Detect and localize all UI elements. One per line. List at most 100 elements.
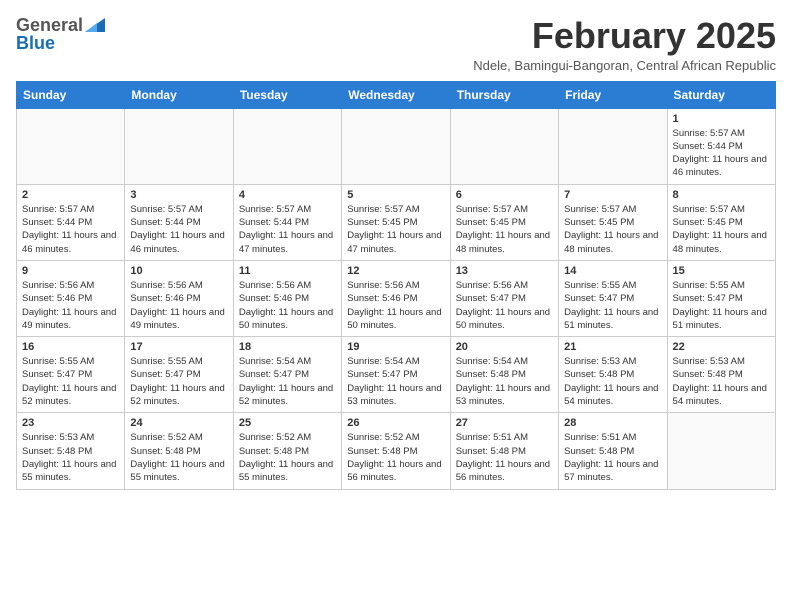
day-info: Sunrise: 5:57 AM Sunset: 5:44 PM Dayligh…: [673, 127, 770, 180]
day-info: Sunrise: 5:57 AM Sunset: 5:45 PM Dayligh…: [347, 203, 444, 256]
calendar-cell: 3 Sunrise: 5:57 AM Sunset: 5:44 PM Daylig…: [125, 184, 233, 260]
calendar-cell: 20Sunrise: 5:54 AM Sunset: 5:48 PM Dayli…: [450, 337, 558, 413]
calendar-cell: [125, 108, 233, 184]
day-number: 23: [22, 417, 119, 429]
day-info: Sunrise: 5:56 AM Sunset: 5:46 PM Dayligh…: [347, 279, 444, 332]
day-number: 14: [564, 265, 661, 277]
day-info: Sunrise: 5:57 AM Sunset: 5:44 PM Dayligh…: [22, 203, 119, 256]
day-number: 5: [347, 189, 444, 201]
day-number: 7: [564, 189, 661, 201]
weekday-header-tuesday: Tuesday: [233, 81, 341, 108]
day-number: 8: [673, 189, 770, 201]
calendar-week-1: 1 Sunrise: 5:57 AM Sunset: 5:44 PM Daylig…: [17, 108, 776, 184]
day-number: 17: [130, 341, 227, 353]
calendar-cell: 12 Sunrise: 5:56 AM Sunset: 5:46 PM Dayli…: [342, 260, 450, 336]
calendar-cell: 15 Sunrise: 5:55 AM Sunset: 5:47 PM Dayli…: [667, 260, 775, 336]
logo-blue: Blue: [16, 34, 55, 52]
day-info: Sunrise: 5:55 AM Sunset: 5:47 PM Dayligh…: [673, 279, 770, 332]
calendar-week-4: 16 Sunrise: 5:55 AM Sunset: 5:47 PM Dayli…: [17, 337, 776, 413]
calendar-cell: 21 Sunrise: 5:53 AM Sunset: 5:48 PM Dayli…: [559, 337, 667, 413]
calendar-cell: 19 Sunrise: 5:54 AM Sunset: 5:47 PM Dayli…: [342, 337, 450, 413]
calendar-cell: [17, 108, 125, 184]
day-info: Sunrise: 5:57 AM Sunset: 5:45 PM Dayligh…: [456, 203, 553, 256]
location-subtitle: Ndele, Bamingui-Bangoran, Central Africa…: [473, 58, 776, 73]
day-info: Sunrise: 5:52 AM Sunset: 5:48 PM Dayligh…: [239, 431, 336, 484]
day-number: 13: [456, 265, 553, 277]
day-number: 6: [456, 189, 553, 201]
calendar-cell: [233, 108, 341, 184]
day-info: Sunrise: 5:55 AM Sunset: 5:47 PM Dayligh…: [22, 355, 119, 408]
day-number: 22: [673, 341, 770, 353]
day-info: Sunrise: 5:52 AM Sunset: 5:48 PM Dayligh…: [130, 431, 227, 484]
weekday-header-friday: Friday: [559, 81, 667, 108]
logo-icon: [85, 18, 105, 32]
calendar-cell: 22 Sunrise: 5:53 AM Sunset: 5:48 PM Dayli…: [667, 337, 775, 413]
day-info: Sunrise: 5:55 AM Sunset: 5:47 PM Dayligh…: [130, 355, 227, 408]
day-number: 28: [564, 417, 661, 429]
calendar-cell: 5 Sunrise: 5:57 AM Sunset: 5:45 PM Daylig…: [342, 184, 450, 260]
day-number: 26: [347, 417, 444, 429]
day-number: 2: [22, 189, 119, 201]
calendar-week-3: 9 Sunrise: 5:56 AM Sunset: 5:46 PM Daylig…: [17, 260, 776, 336]
calendar-cell: 14 Sunrise: 5:55 AM Sunset: 5:47 PM Dayli…: [559, 260, 667, 336]
day-info: Sunrise: 5:53 AM Sunset: 5:48 PM Dayligh…: [22, 431, 119, 484]
logo-general: General: [16, 16, 83, 34]
calendar-cell: 28 Sunrise: 5:51 AM Sunset: 5:48 PM Dayli…: [559, 413, 667, 489]
calendar-cell: [559, 108, 667, 184]
page-header: General Blue February 2025 Ndele, Baming…: [16, 16, 776, 73]
day-info: Sunrise: 5:56 AM Sunset: 5:47 PM Dayligh…: [456, 279, 553, 332]
calendar-cell: 6 Sunrise: 5:57 AM Sunset: 5:45 PM Daylig…: [450, 184, 558, 260]
weekday-header-monday: Monday: [125, 81, 233, 108]
day-info: Sunrise: 5:52 AM Sunset: 5:48 PM Dayligh…: [347, 431, 444, 484]
day-number: 24: [130, 417, 227, 429]
calendar-week-2: 2 Sunrise: 5:57 AM Sunset: 5:44 PM Daylig…: [17, 184, 776, 260]
day-number: 15: [673, 265, 770, 277]
day-number: 19: [347, 341, 444, 353]
calendar-cell: 18Sunrise: 5:54 AM Sunset: 5:47 PM Dayli…: [233, 337, 341, 413]
calendar-cell: 27 Sunrise: 5:51 AM Sunset: 5:48 PM Dayli…: [450, 413, 558, 489]
calendar-cell: 23 Sunrise: 5:53 AM Sunset: 5:48 PM Dayli…: [17, 413, 125, 489]
day-info: Sunrise: 5:53 AM Sunset: 5:48 PM Dayligh…: [564, 355, 661, 408]
calendar-cell: 16 Sunrise: 5:55 AM Sunset: 5:47 PM Dayli…: [17, 337, 125, 413]
calendar-cell: 2 Sunrise: 5:57 AM Sunset: 5:44 PM Daylig…: [17, 184, 125, 260]
day-info: Sunrise: 5:54 AM Sunset: 5:47 PM Dayligh…: [239, 355, 336, 408]
day-info: Sunrise: 5:54 AM Sunset: 5:47 PM Dayligh…: [347, 355, 444, 408]
calendar-cell: 8 Sunrise: 5:57 AM Sunset: 5:45 PM Daylig…: [667, 184, 775, 260]
day-number: 3: [130, 189, 227, 201]
weekday-header-wednesday: Wednesday: [342, 81, 450, 108]
calendar-cell: 9 Sunrise: 5:56 AM Sunset: 5:46 PM Daylig…: [17, 260, 125, 336]
calendar-cell: 4Sunrise: 5:57 AM Sunset: 5:44 PM Daylig…: [233, 184, 341, 260]
day-info: Sunrise: 5:57 AM Sunset: 5:44 PM Dayligh…: [130, 203, 227, 256]
calendar-cell: [667, 413, 775, 489]
calendar-week-5: 23 Sunrise: 5:53 AM Sunset: 5:48 PM Dayli…: [17, 413, 776, 489]
day-info: Sunrise: 5:51 AM Sunset: 5:48 PM Dayligh…: [456, 431, 553, 484]
day-number: 27: [456, 417, 553, 429]
day-number: 25: [239, 417, 336, 429]
calendar-table: SundayMondayTuesdayWednesdayThursdayFrid…: [16, 81, 776, 490]
calendar-cell: [342, 108, 450, 184]
calendar-cell: 24 Sunrise: 5:52 AM Sunset: 5:48 PM Dayli…: [125, 413, 233, 489]
weekday-header-sunday: Sunday: [17, 81, 125, 108]
day-number: 9: [22, 265, 119, 277]
weekday-header-thursday: Thursday: [450, 81, 558, 108]
day-info: Sunrise: 5:53 AM Sunset: 5:48 PM Dayligh…: [673, 355, 770, 408]
calendar-cell: 17 Sunrise: 5:55 AM Sunset: 5:47 PM Dayli…: [125, 337, 233, 413]
day-info: Sunrise: 5:55 AM Sunset: 5:47 PM Dayligh…: [564, 279, 661, 332]
day-number: 21: [564, 341, 661, 353]
calendar-cell: 1 Sunrise: 5:57 AM Sunset: 5:44 PM Daylig…: [667, 108, 775, 184]
weekday-header-row: SundayMondayTuesdayWednesdayThursdayFrid…: [17, 81, 776, 108]
calendar-cell: [450, 108, 558, 184]
title-area: February 2025 Ndele, Bamingui-Bangoran, …: [473, 16, 776, 73]
day-info: Sunrise: 5:56 AM Sunset: 5:46 PM Dayligh…: [239, 279, 336, 332]
calendar-cell: 13 Sunrise: 5:56 AM Sunset: 5:47 PM Dayli…: [450, 260, 558, 336]
day-info: Sunrise: 5:57 AM Sunset: 5:45 PM Dayligh…: [673, 203, 770, 256]
logo: General Blue: [16, 16, 105, 52]
day-number: 12: [347, 265, 444, 277]
day-number: 4: [239, 189, 336, 201]
day-info: Sunrise: 5:56 AM Sunset: 5:46 PM Dayligh…: [22, 279, 119, 332]
day-number: 1: [673, 113, 770, 125]
day-number: 16: [22, 341, 119, 353]
day-info: Sunrise: 5:54 AM Sunset: 5:48 PM Dayligh…: [456, 355, 553, 408]
calendar-cell: 10Sunrise: 5:56 AM Sunset: 5:46 PM Dayli…: [125, 260, 233, 336]
day-info: Sunrise: 5:51 AM Sunset: 5:48 PM Dayligh…: [564, 431, 661, 484]
